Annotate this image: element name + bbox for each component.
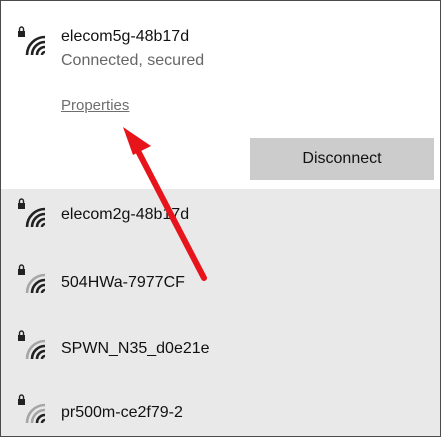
wifi-secured-icon <box>15 393 49 427</box>
wifi-flyout: elecom5g-48b17d Connected, secured Prope… <box>0 0 441 437</box>
wifi-secured-icon <box>15 25 49 59</box>
connection-status: Connected, secured <box>61 52 205 69</box>
connected-network-name: elecom5g-48b17d <box>61 28 190 45</box>
wifi-secured-icon <box>15 197 49 231</box>
network-name: SPWN_N35_d0e21e <box>61 340 210 357</box>
network-list-item[interactable]: SPWN_N35_d0e21e <box>1 321 440 387</box>
network-name: pr500m-ce2f79-2 <box>61 404 183 421</box>
network-list-item[interactable]: 504HWa-7977CF <box>1 255 440 321</box>
network-name: elecom2g-48b17d <box>61 206 190 223</box>
network-list-item[interactable]: elecom2g-48b17d <box>1 189 440 255</box>
disconnect-button[interactable]: Disconnect <box>250 138 434 180</box>
connected-network-panel[interactable]: elecom5g-48b17d Connected, secured Prope… <box>1 1 440 189</box>
wifi-secured-icon <box>15 329 49 363</box>
network-list-item[interactable]: pr500m-ce2f79-2 <box>1 387 440 436</box>
properties-link[interactable]: Properties <box>61 97 129 114</box>
network-name: 504HWa-7977CF <box>61 274 185 291</box>
wifi-secured-icon <box>15 263 49 297</box>
